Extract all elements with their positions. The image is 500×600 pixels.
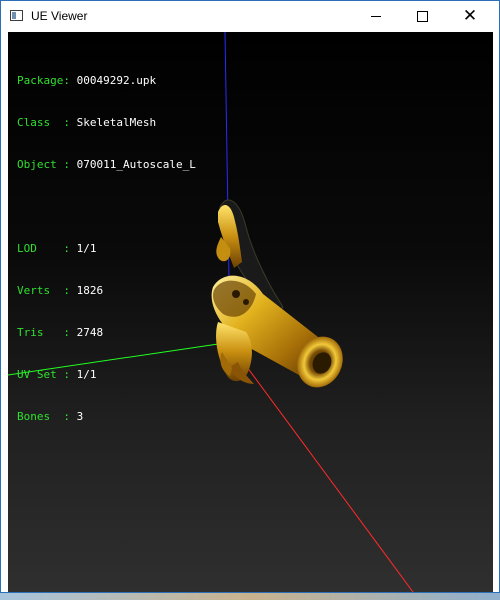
info-label: UV Set <box>17 368 64 381</box>
info-row-object: Object : 070011_Autoscale_L <box>17 158 196 171</box>
maximize-icon <box>416 11 428 22</box>
app-window: UE Viewer ✕ Package: 00049292.upk Class … <box>0 0 500 593</box>
info-label: Bones <box>17 410 64 423</box>
info-value: 00049292.upk <box>76 74 157 87</box>
info-row-tris: Tris : 2748 <box>17 326 104 339</box>
info-value: 1826 <box>76 284 104 297</box>
app-window-icon[interactable] <box>10 10 23 21</box>
info-row-bones: Bones : 3 <box>17 410 84 423</box>
info-row-verts: Verts : 1826 <box>17 284 104 297</box>
close-button[interactable]: ✕ <box>447 1 493 32</box>
info-label: Package <box>17 74 64 87</box>
info-value: 2748 <box>76 326 104 339</box>
info-label: Verts <box>17 284 64 297</box>
3d-viewport[interactable]: Package: 00049292.upk Class : SkeletalMe… <box>8 32 493 592</box>
close-icon: ✕ <box>462 6 478 26</box>
info-row-package: Package: 00049292.upk <box>17 74 157 87</box>
info-spacer <box>17 200 196 214</box>
info-value: 070011_Autoscale_L <box>76 158 196 171</box>
model-detail <box>232 290 240 298</box>
info-row-uvset: UV Set : 1/1 <box>17 368 97 381</box>
info-label: Tris <box>17 326 64 339</box>
info-value: 3 <box>76 410 84 423</box>
info-row-lod: LOD : 1/1 <box>17 242 97 255</box>
info-value: 1/1 <box>76 242 97 255</box>
mesh-info-overlay: Package: 00049292.upk Class : SkeletalMe… <box>17 46 196 452</box>
model-detail <box>243 299 249 305</box>
maximize-button[interactable] <box>399 1 445 32</box>
info-value: 1/1 <box>76 368 97 381</box>
info-row-class: Class : SkeletalMesh <box>17 116 157 129</box>
title-bar[interactable]: UE Viewer ✕ <box>1 1 499 32</box>
info-label: LOD <box>17 242 64 255</box>
minimize-icon <box>371 16 381 17</box>
info-label: Class <box>17 116 64 129</box>
info-label: Object <box>17 158 64 171</box>
info-value: SkeletalMesh <box>76 116 157 129</box>
minimize-button[interactable] <box>353 1 399 32</box>
window-title: UE Viewer <box>31 9 88 23</box>
